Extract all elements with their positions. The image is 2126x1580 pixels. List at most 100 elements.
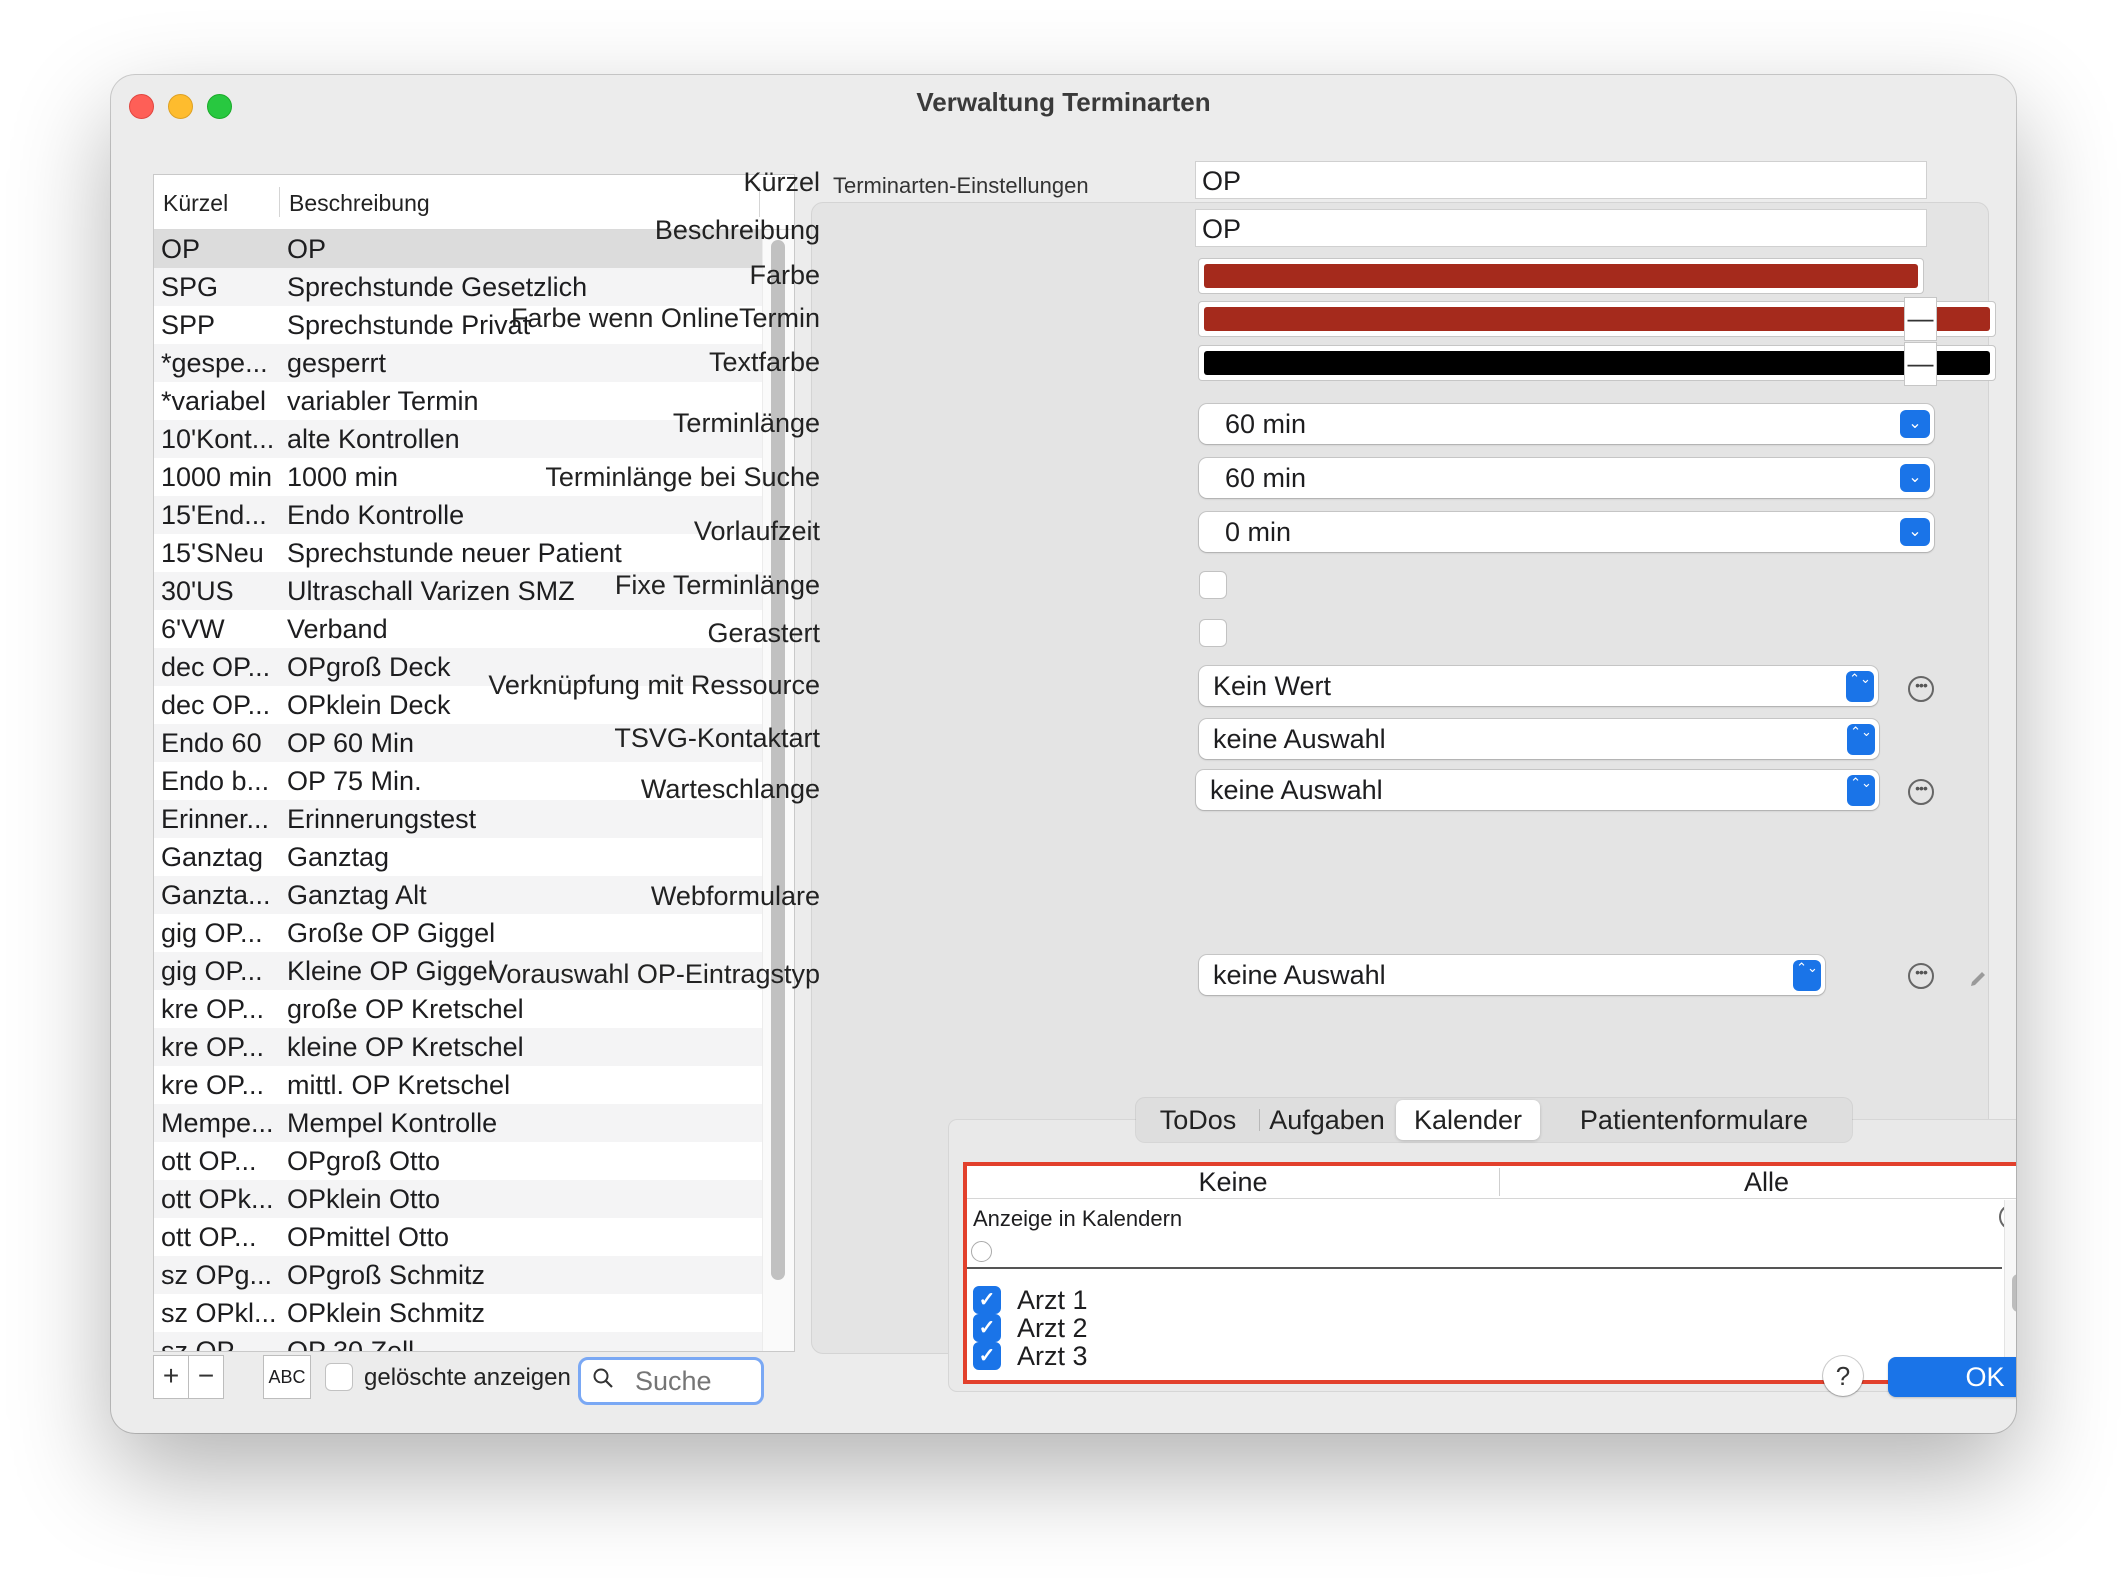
ressource-popup[interactable]: Kein Wert ⌃⌄ [1199, 666, 1878, 706]
terminlaenge-suche-combobox[interactable]: 60 min ⌄ [1199, 458, 1934, 498]
kuerzel-field[interactable]: OP [1195, 161, 1927, 199]
ok-button[interactable]: OK [1888, 1357, 2016, 1397]
table-row[interactable]: Mempe... Mempel Kontrolle [154, 1104, 763, 1142]
tsvg-value: keine Auswahl [1213, 724, 1386, 754]
arzt-2-checkbox[interactable]: ✓ [973, 1314, 1001, 1342]
pencil-icon[interactable] [1968, 969, 1988, 989]
gerastert-checkbox[interactable] [1199, 619, 1227, 647]
table-row[interactable]: 15'SNeu Sprechstunde neuer Patient [154, 534, 763, 572]
kuerzel-cell: 30'US [161, 576, 234, 606]
table-row[interactable]: kre OP... mittl. OP Kretschel [154, 1066, 763, 1104]
clear-textfarbe-button[interactable]: — [1904, 342, 1937, 386]
kuerzel-cell: sz OPg... [161, 1260, 273, 1290]
beschreibung-cell: 1000 min [287, 462, 399, 492]
chevron-down-icon[interactable]: ⌄ [1900, 518, 1930, 546]
clear-farbe-online-button[interactable]: — [1904, 297, 1937, 341]
remove-button[interactable]: − [188, 1355, 224, 1399]
help-button[interactable]: ? [1823, 1356, 1863, 1396]
kuerzel-cell: dec OP... [161, 690, 271, 720]
beschreibung-cell: Kleine OP Giggel [287, 956, 494, 986]
farbe-swatch [1204, 264, 1918, 288]
table-row[interactable]: kre OP... kleine OP Kretschel [154, 1028, 763, 1066]
search-input[interactable] [633, 1364, 757, 1398]
column-separator[interactable] [279, 187, 280, 217]
table-row[interactable]: 6'VW Verband [154, 610, 763, 648]
farbe-online-swatch [1204, 307, 1990, 331]
farbe-online-color-well[interactable] [1198, 301, 1996, 337]
terminlaenge-suche-label: Terminlänge bei Suche [545, 462, 820, 492]
table-row[interactable]: sz OPkl... OPklein Schmitz [154, 1294, 763, 1332]
scrollbar-thumb[interactable] [771, 240, 785, 1280]
chevron-down-icon[interactable]: ⌄ [1900, 410, 1930, 438]
spellcheck-button[interactable]: ABC [263, 1355, 311, 1399]
tab-aufgaben[interactable]: Aufgaben [1262, 1100, 1392, 1140]
table-row[interactable]: gig OP... Große OP Giggel [154, 914, 763, 952]
beschreibung-cell: OPklein Schmitz [287, 1298, 486, 1328]
table-row[interactable]: *variabel variabler Termin [154, 382, 763, 420]
kuerzel-cell: OP [161, 234, 201, 264]
search-icon [593, 1368, 613, 1388]
chevron-down-icon[interactable]: ⌄ [1900, 464, 1930, 492]
beschreibung-cell: große OP Kretschel [287, 994, 524, 1024]
vorlaufzeit-combobox[interactable]: 0 min ⌄ [1199, 512, 1934, 552]
column-header-beschreibung[interactable]: Beschreibung [289, 190, 430, 217]
table-row[interactable]: sz OP... OP 30 Zell [154, 1332, 763, 1351]
beschreibung-cell: OP 30 Zell [287, 1336, 415, 1351]
kuerzel-cell: sz OP... [161, 1336, 254, 1351]
table-row[interactable]: kre OP... große OP Kretschel [154, 990, 763, 1028]
kuerzel-cell: 15'SNeu [161, 538, 264, 568]
kuerzel-cell: gig OP... [161, 956, 263, 986]
textfarbe-color-well[interactable] [1198, 345, 1996, 381]
arzt-1-checkbox[interactable]: ✓ [973, 1286, 1001, 1314]
tab-patientenformulare[interactable]: Patientenformulare [1544, 1100, 1844, 1140]
table-row[interactable]: ott OP... OPmittel Otto [154, 1218, 763, 1256]
gerastert-label: Gerastert [707, 618, 820, 648]
farbe-color-well[interactable] [1198, 258, 1924, 294]
table-row[interactable]: Erinner... Erinnerungstest [154, 800, 763, 838]
select-none-button[interactable]: Keine [967, 1166, 1499, 1198]
column-header-kuerzel[interactable]: Kürzel [163, 190, 228, 217]
scrollbar-thumb[interactable] [2012, 1274, 2016, 1312]
vorauswahl-popup[interactable]: keine Auswahl ⌃⌄ [1199, 955, 1825, 995]
arzt-3-label: Arzt 3 [1017, 1341, 1088, 1371]
table-row[interactable]: sz OPg... OPgroß Schmitz [154, 1256, 763, 1294]
calendar-section-title: Anzeige in Kalendern [973, 1206, 1183, 1231]
beschreibung-cell: kleine OP Kretschel [287, 1032, 524, 1062]
terminlaenge-combobox[interactable]: 60 min ⌄ [1199, 404, 1934, 444]
add-button[interactable]: + [153, 1355, 189, 1399]
kuerzel-cell: ott OPk... [161, 1184, 274, 1214]
vorauswahl-value: keine Auswahl [1213, 960, 1386, 990]
search-field[interactable] [578, 1357, 764, 1405]
arzt-3-checkbox[interactable]: ✓ [973, 1342, 1001, 1370]
kuerzel-cell: 15'End... [161, 500, 267, 530]
vorlaufzeit-label: Vorlaufzeit [693, 516, 820, 546]
table-row[interactable]: ott OP... OPgroß Otto [154, 1142, 763, 1180]
tab-todos[interactable]: ToDos [1140, 1100, 1256, 1140]
kuerzel-cell: 6'VW [161, 614, 225, 644]
tsvg-popup[interactable]: keine Auswahl ⌃⌄ [1199, 719, 1879, 759]
table-row[interactable]: ott OPk... OPklein Otto [154, 1180, 763, 1218]
table-row[interactable]: SPG Sprechstunde Gesetzlich [154, 268, 763, 306]
show-deleted-checkbox[interactable] [325, 1363, 353, 1391]
warteschlange-popup[interactable]: keine Auswahl ⌃⌄ [1196, 770, 1879, 810]
kuerzel-cell: kre OP... [161, 1032, 265, 1062]
table-row[interactable]: *gespe... gesperrt [154, 344, 763, 382]
fixe-terminlaenge-checkbox[interactable] [1199, 571, 1227, 599]
updown-icon: ⌃⌄ [1793, 960, 1821, 991]
tab-kalender[interactable]: Kalender [1396, 1100, 1540, 1140]
beschreibung-cell: Große OP Giggel [287, 918, 496, 948]
window: Verwaltung Terminarten Kürzel Beschreibu… [111, 75, 2016, 1433]
table-row[interactable]: Ganztag Ganztag [154, 838, 763, 876]
calendar-header: Keine Alle [967, 1166, 2016, 1199]
beschreibung-field[interactable]: OP [1195, 209, 1927, 247]
more-icon[interactable]: ••• [1908, 779, 1934, 805]
beschreibung-cell: Sprechstunde neuer Patient [287, 538, 622, 568]
more-icon[interactable]: ••• [1908, 676, 1934, 702]
calendar-radio[interactable] [971, 1241, 992, 1262]
table-row[interactable]: 15'End... Endo Kontrolle [154, 496, 763, 534]
beschreibung-cell: Mempel Kontrolle [287, 1108, 498, 1138]
updown-icon: ⌃⌄ [1847, 775, 1875, 806]
select-all-button[interactable]: Alle [1500, 1166, 2016, 1198]
more-icon[interactable]: ••• [1908, 963, 1934, 989]
table-row[interactable]: 10'Kont... alte Kontrollen [154, 420, 763, 458]
